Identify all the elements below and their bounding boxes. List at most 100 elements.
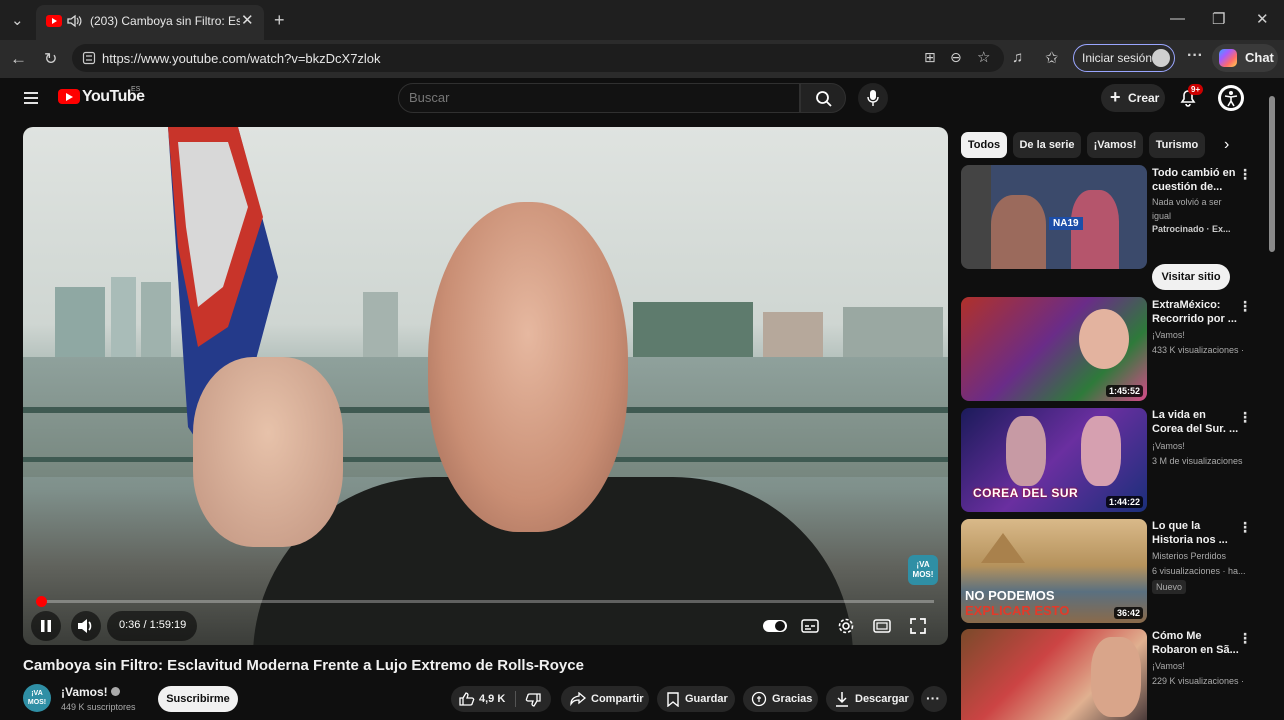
url-field[interactable]: https://www.youtube.com/watch?v=bkzDcX7z…: [72, 44, 1004, 72]
rec-meta-2: 3 M de visualizaciones: [1152, 456, 1243, 466]
channel-avatar[interactable]: ¡VA MOS!: [23, 684, 51, 712]
volume-button[interactable]: [71, 611, 101, 641]
rec-title[interactable]: Lo que la Historia nos ...: [1152, 519, 1240, 547]
tab-title: (203) Camboya sin Filtro: Esclavitud: [90, 14, 240, 28]
subtitles-icon[interactable]: [801, 618, 819, 634]
time-display: 0:36 / 1:59:19: [107, 611, 197, 641]
youtube-header: YouTube ES + Crear 9+: [0, 78, 1284, 118]
rec-thumb-text-1: NO PODEMOS: [965, 588, 1055, 603]
rec-kebab-icon[interactable]: ⋮: [1238, 298, 1252, 315]
rec-title[interactable]: ExtraMéxico: Recorrido por ...: [1152, 298, 1240, 326]
back-arrow-icon[interactable]: ←: [10, 49, 27, 69]
chip-turismo[interactable]: Turismo: [1149, 132, 1205, 158]
bookmark-icon: [667, 692, 679, 707]
tab-list-chevron-icon[interactable]: ⌄: [11, 11, 24, 29]
rec-thumbnail[interactable]: 1:45:52: [961, 297, 1147, 401]
progress-bar[interactable]: [36, 596, 934, 607]
favorite-star-icon[interactable]: ☆: [977, 48, 990, 66]
youtube-logo-icon[interactable]: [58, 89, 80, 104]
right-controls: [755, 611, 935, 641]
hamburger-menu-icon[interactable]: [23, 91, 39, 105]
ad-thumbnail[interactable]: NA19: [961, 165, 1147, 269]
tab-close-icon[interactable]: ✕: [241, 11, 254, 29]
search-box[interactable]: [398, 83, 800, 113]
rec-kebab-icon[interactable]: ⋮: [1238, 630, 1252, 647]
search-input[interactable]: [409, 90, 779, 105]
search-button[interactable]: [800, 83, 846, 113]
share-button[interactable]: Compartir: [561, 686, 649, 712]
more-actions-button[interactable]: ···: [921, 686, 947, 712]
maximize-icon[interactable]: ❐: [1212, 10, 1225, 28]
video-title: Camboya sin Filtro: Esclavitud Moderna F…: [23, 657, 584, 674]
autoplay-toggle[interactable]: [763, 620, 787, 632]
minimize-icon[interactable]: —: [1170, 10, 1185, 27]
browser-tab-bar: ⌄ (203) Camboya sin Filtro: Esclavitud ✕…: [0, 0, 1284, 40]
rec-thumb-pyramid: [981, 533, 1025, 563]
like-icon[interactable]: [459, 692, 475, 706]
settings-gear-icon[interactable]: [837, 617, 855, 635]
new-tab-plus-icon[interactable]: +: [274, 10, 285, 31]
rec-thumbnail[interactable]: COREA DEL SUR 1:44:22: [961, 408, 1147, 512]
rec-kebab-icon[interactable]: ⋮: [1238, 519, 1252, 536]
more-menu-icon[interactable]: ···: [1187, 47, 1203, 65]
download-icon: [836, 692, 848, 707]
rec-kebab-icon[interactable]: ⋮: [1238, 409, 1252, 426]
rec-duration: 1:44:22: [1105, 496, 1143, 508]
youtube-favicon-icon: [46, 15, 62, 27]
app-available-icon[interactable]: ⊞: [924, 49, 936, 66]
thanks-button[interactable]: Gracias: [743, 686, 818, 712]
notification-count-badge: 9+: [1188, 84, 1204, 95]
site-info-icon[interactable]: [82, 51, 96, 65]
theater-mode-icon[interactable]: [873, 618, 891, 634]
signin-label: Iniciar sesión: [1082, 51, 1153, 65]
profile-avatar-icon: [1152, 49, 1170, 67]
rec-title[interactable]: Cómo Me Robaron en Sã...: [1152, 629, 1240, 657]
zoom-icon[interactable]: ⊖: [950, 49, 962, 66]
page-scrollbar[interactable]: [1269, 96, 1275, 252]
subscriber-count: 449 K suscriptores: [61, 702, 136, 712]
pause-icon: [41, 620, 51, 632]
chip-vamos[interactable]: ¡Vamos!: [1087, 132, 1143, 158]
rec-duration: 1:45:52: [1105, 385, 1143, 397]
create-button[interactable]: + Crear: [1101, 84, 1165, 112]
rec-thumbnail[interactable]: NO PODEMOS EXPLICAR ESTO 36:42: [961, 519, 1147, 623]
accessibility-person-icon: [1221, 88, 1241, 108]
rec-meta-2: Patrocinado · Ex...: [1152, 224, 1231, 234]
fullscreen-icon[interactable]: [909, 617, 927, 635]
chip-de-la-serie[interactable]: De la serie: [1013, 132, 1081, 158]
subscribe-button[interactable]: Suscribirme: [158, 686, 238, 712]
copilot-chat-button[interactable]: Chat: [1212, 44, 1278, 72]
browser-tab[interactable]: (203) Camboya sin Filtro: Esclavitud ✕: [36, 5, 264, 40]
save-label: Guardar: [685, 693, 728, 705]
rec-title[interactable]: La vida en Corea del Sur. ...: [1152, 408, 1240, 436]
dislike-icon[interactable]: [525, 693, 541, 707]
person-fist: [193, 357, 343, 547]
rec-thumb-person: [1091, 637, 1141, 717]
video-player[interactable]: ¡VA MOS! 0:36 / 1:59:19: [23, 127, 948, 645]
voice-search-button[interactable]: [858, 83, 888, 113]
progress-scrubber[interactable]: [36, 596, 48, 607]
ad-person-left: [991, 195, 1046, 269]
signin-button[interactable]: Iniciar sesión: [1073, 44, 1175, 72]
account-avatar[interactable]: [1218, 85, 1244, 111]
rec-thumbnail[interactable]: [961, 629, 1147, 720]
browser-address-bar: ← ↻ https://www.youtube.com/watch?v=bkzD…: [0, 40, 1284, 78]
window-close-icon[interactable]: ✕: [1256, 10, 1269, 28]
rec-kebab-icon[interactable]: ⋮: [1238, 166, 1252, 183]
like-count[interactable]: 4,9 K: [479, 693, 505, 705]
rec-title[interactable]: Todo cambió en cuestión de...: [1152, 166, 1240, 194]
channel-watermark[interactable]: ¡VA MOS!: [908, 555, 938, 585]
save-button[interactable]: Guardar: [657, 686, 735, 712]
download-button[interactable]: Descargar: [826, 686, 914, 712]
chip-todos[interactable]: Todos: [961, 132, 1007, 158]
pause-button[interactable]: [31, 611, 61, 641]
chips-next-chevron-icon[interactable]: ›: [1224, 136, 1229, 154]
reload-icon[interactable]: ↻: [44, 49, 57, 69]
rec-thumb-text: COREA DEL SUR: [973, 486, 1079, 500]
speaker-icon[interactable]: [67, 14, 83, 28]
visit-site-button[interactable]: Visitar sitio: [1152, 264, 1230, 290]
channel-name[interactable]: ¡Vamos!: [61, 685, 121, 699]
extensions-icon[interactable]: ♫: [1012, 49, 1023, 66]
rec-meta-1: ¡Vamos!: [1152, 661, 1185, 671]
favorites-icon[interactable]: ✩: [1045, 48, 1058, 68]
